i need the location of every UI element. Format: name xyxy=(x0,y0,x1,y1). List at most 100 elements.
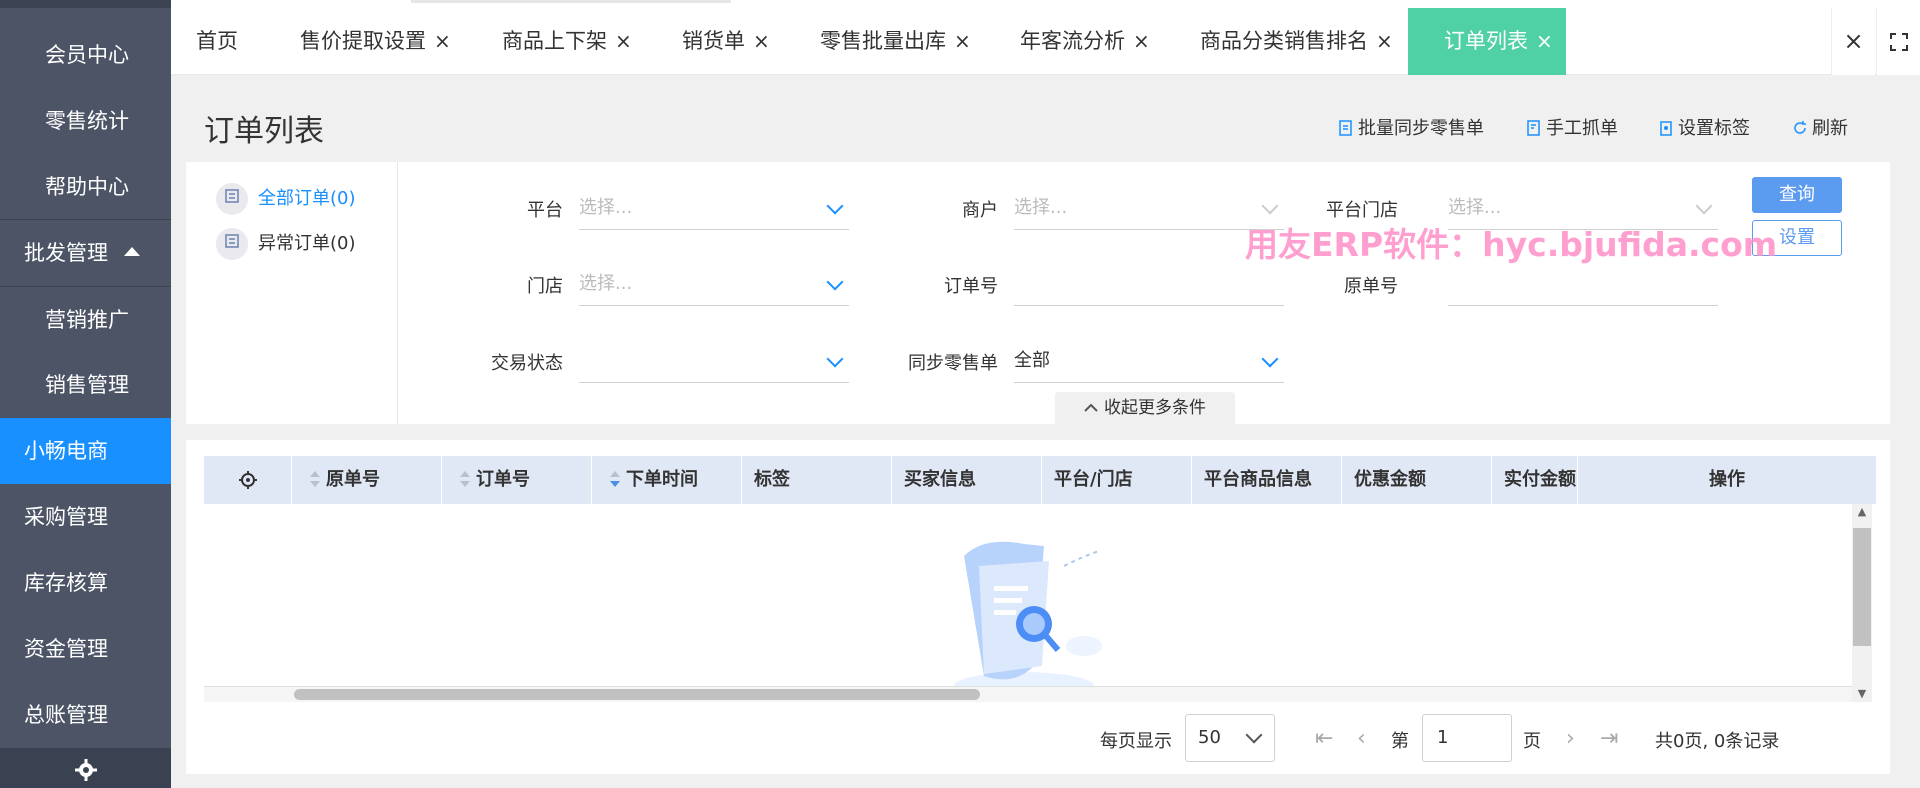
manual-fetch-button[interactable]: 手工抓单 xyxy=(1526,114,1618,140)
column-discount: 优惠金额 xyxy=(1342,456,1492,504)
sidebar-item-label: 资金管理 xyxy=(24,637,108,661)
tab-home[interactable]: 首页 xyxy=(196,8,238,75)
close-icon: × xyxy=(1843,27,1864,55)
tab-order-list[interactable]: 订单列表 × xyxy=(1408,8,1566,75)
sidebar-item-retail-stats[interactable]: 零售统计 xyxy=(0,88,171,154)
query-button[interactable]: 查询 xyxy=(1752,177,1842,213)
close-icon[interactable]: × xyxy=(954,29,971,53)
sidebar-item-inventory[interactable]: 库存核算 xyxy=(0,550,171,616)
column-label: 平台商品信息 xyxy=(1204,469,1312,490)
tab-label: 商品分类销售排名 xyxy=(1200,29,1368,53)
close-icon[interactable]: × xyxy=(434,29,451,53)
chevron-down-icon xyxy=(1245,726,1263,744)
filter-abnormal-orders-label: 异常订单(0) xyxy=(258,233,356,254)
sync-retail-select[interactable]: 全部 xyxy=(1014,339,1284,383)
sidebar-item-ledger[interactable]: 总账管理 xyxy=(0,682,171,748)
scroll-down-icon[interactable]: ▼ xyxy=(1852,686,1872,702)
prev-page-icon[interactable]: ‹ xyxy=(1357,726,1366,751)
sidebar-item-label: 帮助中心 xyxy=(45,175,129,199)
merchant-label: 商户 xyxy=(962,200,998,221)
horizontal-scroll-thumb[interactable] xyxy=(294,689,980,700)
sidebar-item-funds[interactable]: 资金管理 xyxy=(0,616,171,682)
column-original-no[interactable]: 原单号 xyxy=(292,456,442,504)
close-all-tabs-button[interactable]: × xyxy=(1831,8,1875,75)
first-page-icon[interactable]: ⇤ xyxy=(1315,726,1333,751)
bottom-strip xyxy=(186,774,1890,788)
column-tag: 标签 xyxy=(742,456,892,504)
tab-label: 零售批量出库 xyxy=(820,29,946,53)
tab-label: 销货单 xyxy=(682,29,745,53)
sort-icon xyxy=(310,471,320,489)
tab-annual-traffic[interactable]: 年客流分析 × xyxy=(1020,8,1150,75)
close-icon[interactable]: × xyxy=(1133,29,1150,53)
tab-retail-batch-out[interactable]: 零售批量出库 × xyxy=(820,8,971,75)
sidebar-item-ecommerce[interactable]: 小畅电商 xyxy=(0,418,171,484)
tab-price-extract[interactable]: 售价提取设置 × xyxy=(300,8,451,75)
sidebar-item-label: 零售统计 xyxy=(45,109,129,133)
batch-sync-button[interactable]: 批量同步零售单 xyxy=(1338,114,1484,140)
column-label: 下单时间 xyxy=(626,469,698,490)
tab-product-listing[interactable]: 商品上下架 × xyxy=(502,8,632,75)
close-icon[interactable]: × xyxy=(753,29,770,53)
sidebar-item-label: 总账管理 xyxy=(24,703,108,727)
page-size-select[interactable]: 50 xyxy=(1185,714,1275,762)
set-tag-label: 设置标签 xyxy=(1678,118,1750,139)
sidebar-item-marketing[interactable]: 营销推广 xyxy=(0,286,171,352)
watermark-text: 用友ERP软件：hyc.bjufida.com xyxy=(1245,225,1778,264)
column-platform-store: 平台/门店 xyxy=(1042,456,1192,504)
tab-label: 首页 xyxy=(196,29,238,53)
tab-category-ranking[interactable]: 商品分类销售排名 × xyxy=(1200,8,1393,75)
tab-sales-order[interactable]: 销货单 × xyxy=(682,8,770,75)
sidebar-item-sales[interactable]: 销售管理 xyxy=(0,352,171,418)
filter-abnormal-orders[interactable]: 异常订单(0) xyxy=(216,228,356,260)
column-label: 实付金额 xyxy=(1504,469,1576,490)
close-icon[interactable]: × xyxy=(615,29,632,53)
chevron-down-icon xyxy=(1695,197,1713,215)
platform-placeholder: 选择... xyxy=(579,197,633,218)
column-settings-button[interactable] xyxy=(204,456,292,504)
sidebar-settings-button[interactable] xyxy=(0,748,171,788)
fetch-icon xyxy=(1527,120,1540,136)
collapse-label: 收起更多条件 xyxy=(1104,398,1206,418)
sidebar: 会员中心 零售统计 帮助中心 批发管理 营销推广 销售管理 小畅电商 采购管理 … xyxy=(0,0,171,788)
empty-document-illustration xyxy=(954,541,1102,700)
document-icon xyxy=(216,228,248,260)
close-icon[interactable]: × xyxy=(1536,29,1553,53)
filter-all-orders[interactable]: 全部订单(0) xyxy=(216,183,356,215)
page-number-input[interactable]: 1 xyxy=(1422,714,1512,762)
sidebar-item-wholesale[interactable]: 批发管理 xyxy=(0,219,171,285)
sidebar-item-member-center[interactable]: 会员中心 xyxy=(0,22,171,88)
sidebar-item-purchase[interactable]: 采购管理 xyxy=(0,484,171,550)
store-select[interactable]: 选择... xyxy=(579,262,849,306)
sidebar-item-help-center[interactable]: 帮助中心 xyxy=(0,154,171,220)
close-icon[interactable]: × xyxy=(1376,29,1393,53)
refresh-label: 刷新 xyxy=(1812,118,1848,139)
original-no-label: 原单号 xyxy=(1344,276,1398,297)
tab-label: 商品上下架 xyxy=(502,29,607,53)
collapse-conditions-button[interactable]: 收起更多条件 xyxy=(1055,392,1235,424)
tab-label: 年客流分析 xyxy=(1020,29,1125,53)
platform-select[interactable]: 选择... xyxy=(579,186,849,230)
set-tag-button[interactable]: 设置标签 xyxy=(1658,114,1750,140)
trade-status-label: 交易状态 xyxy=(491,353,563,374)
scroll-up-icon[interactable]: ▲ xyxy=(1852,504,1872,520)
sync-retail-label: 同步零售单 xyxy=(908,353,998,374)
refresh-button[interactable]: 刷新 xyxy=(1792,114,1848,140)
trade-status-select[interactable] xyxy=(579,339,849,383)
column-label: 原单号 xyxy=(326,469,380,490)
next-page-icon[interactable]: › xyxy=(1566,726,1575,751)
original-no-input[interactable] xyxy=(1448,262,1718,306)
column-platform-product: 平台商品信息 xyxy=(1192,456,1342,504)
tab-label: 订单列表 xyxy=(1444,29,1528,53)
column-order-time[interactable]: 下单时间 xyxy=(592,456,742,504)
fullscreen-button[interactable] xyxy=(1876,8,1920,75)
sidebar-item-label: 小畅电商 xyxy=(24,439,108,463)
last-page-icon[interactable]: ⇥ xyxy=(1600,726,1618,751)
column-order-no[interactable]: 订单号 xyxy=(442,456,592,504)
store-label: 门店 xyxy=(527,276,563,297)
filter-all-orders-label: 全部订单(0) xyxy=(258,188,356,209)
column-actions: 操作 xyxy=(1578,456,1876,504)
fullscreen-icon xyxy=(1889,33,1908,51)
column-label: 订单号 xyxy=(476,469,530,490)
vertical-scroll-thumb[interactable] xyxy=(1853,528,1871,646)
